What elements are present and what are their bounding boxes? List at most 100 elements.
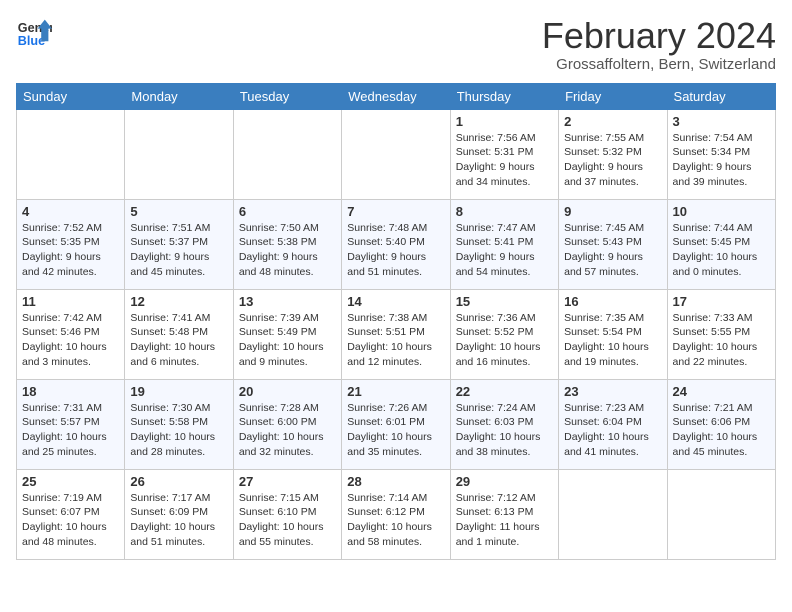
calendar-cell: 18 Sunrise: 7:31 AMSunset: 5:57 PMDayligh… [17, 379, 125, 469]
day-number: 18 [22, 384, 119, 399]
day-info: Sunrise: 7:45 AMSunset: 5:43 PMDaylight:… [564, 221, 661, 280]
calendar-cell: 20 Sunrise: 7:28 AMSunset: 6:00 PMDayligh… [233, 379, 341, 469]
calendar-cell: 13Sunrise: 7:39 AMSunset: 5:49 PMDayligh… [233, 289, 341, 379]
month-title: February 2024 [542, 16, 776, 56]
day-number: 26 [130, 474, 227, 489]
day-number: 9 [564, 204, 661, 219]
day-number: 20 [239, 384, 336, 399]
day-info: Sunrise: 7:31 AMSunset: 5:57 PMDaylight:… [22, 401, 119, 460]
calendar-cell [667, 469, 775, 559]
weekday-header-saturday: Saturday [667, 83, 775, 109]
calendar-cell: 8 Sunrise: 7:47 AMSunset: 5:41 PMDaylight… [450, 199, 558, 289]
calendar-cell: 25 Sunrise: 7:19 AMSunset: 6:07 PMDayligh… [17, 469, 125, 559]
svg-text:Blue: Blue [18, 34, 45, 48]
week-row-1: 1Sunrise: 7:56 AMSunset: 5:31 PMDaylight… [17, 109, 776, 199]
day-number: 5 [130, 204, 227, 219]
calendar-cell: 6 Sunrise: 7:50 AMSunset: 5:38 PMDaylight… [233, 199, 341, 289]
weekday-header-monday: Monday [125, 83, 233, 109]
day-number: 21 [347, 384, 444, 399]
calendar-cell: 29 Sunrise: 7:12 AMSunset: 6:13 PMDayligh… [450, 469, 558, 559]
day-number: 27 [239, 474, 336, 489]
calendar-cell: 15Sunrise: 7:36 AMSunset: 5:52 PMDayligh… [450, 289, 558, 379]
calendar-cell: 5Sunrise: 7:51 AMSunset: 5:37 PMDaylight… [125, 199, 233, 289]
day-number: 17 [673, 294, 770, 309]
calendar-cell [559, 469, 667, 559]
day-info: Sunrise: 7:26 AMSunset: 6:01 PMDaylight:… [347, 401, 444, 460]
day-number: 22 [456, 384, 553, 399]
calendar-cell: 7 Sunrise: 7:48 AMSunset: 5:40 PMDaylight… [342, 199, 450, 289]
day-info: Sunrise: 7:23 AMSunset: 6:04 PMDaylight:… [564, 401, 661, 460]
week-row-5: 25 Sunrise: 7:19 AMSunset: 6:07 PMDayligh… [17, 469, 776, 559]
day-info: Sunrise: 7:21 AMSunset: 6:06 PMDaylight:… [673, 401, 770, 460]
day-info: Sunrise: 7:48 AMSunset: 5:40 PMDaylight:… [347, 221, 444, 280]
calendar-cell: 3 Sunrise: 7:54 AMSunset: 5:34 PMDaylight… [667, 109, 775, 199]
calendar-cell: 21 Sunrise: 7:26 AMSunset: 6:01 PMDayligh… [342, 379, 450, 469]
day-number: 3 [673, 114, 770, 129]
day-number: 8 [456, 204, 553, 219]
day-info: Sunrise: 7:30 AMSunset: 5:58 PMDaylight:… [130, 401, 227, 460]
header: General Blue February 2024 Grossaffolter… [16, 16, 776, 73]
day-info: Sunrise: 7:36 AMSunset: 5:52 PMDaylight:… [456, 311, 553, 370]
calendar-table: SundayMondayTuesdayWednesdayThursdayFrid… [16, 83, 776, 560]
day-number: 2 [564, 114, 661, 129]
calendar-cell: 26Sunrise: 7:17 AMSunset: 6:09 PMDayligh… [125, 469, 233, 559]
day-info: Sunrise: 7:55 AMSunset: 5:32 PMDaylight:… [564, 131, 661, 190]
calendar-cell [342, 109, 450, 199]
day-number: 14 [347, 294, 444, 309]
week-row-4: 18 Sunrise: 7:31 AMSunset: 5:57 PMDayligh… [17, 379, 776, 469]
day-info: Sunrise: 7:14 AMSunset: 6:12 PMDaylight:… [347, 491, 444, 550]
calendar-cell: 4Sunrise: 7:52 AMSunset: 5:35 PMDaylight… [17, 199, 125, 289]
day-info: Sunrise: 7:19 AMSunset: 6:07 PMDaylight:… [22, 491, 119, 550]
day-info: Sunrise: 7:41 AMSunset: 5:48 PMDaylight:… [130, 311, 227, 370]
calendar-cell: 10 Sunrise: 7:44 AMSunset: 5:45 PMDayligh… [667, 199, 775, 289]
day-number: 7 [347, 204, 444, 219]
day-number: 16 [564, 294, 661, 309]
title-area: February 2024 Grossaffoltern, Bern, Swit… [542, 16, 776, 73]
day-number: 6 [239, 204, 336, 219]
calendar-cell [17, 109, 125, 199]
calendar-cell: 28Sunrise: 7:14 AMSunset: 6:12 PMDayligh… [342, 469, 450, 559]
day-number: 19 [130, 384, 227, 399]
day-number: 24 [673, 384, 770, 399]
day-number: 29 [456, 474, 553, 489]
day-info: Sunrise: 7:12 AMSunset: 6:13 PMDaylight:… [456, 491, 553, 550]
day-number: 25 [22, 474, 119, 489]
calendar-cell: 16 Sunrise: 7:35 AMSunset: 5:54 PMDayligh… [559, 289, 667, 379]
day-number: 11 [22, 294, 119, 309]
day-info: Sunrise: 7:54 AMSunset: 5:34 PMDaylight:… [673, 131, 770, 190]
calendar-cell: 27 Sunrise: 7:15 AMSunset: 6:10 PMDayligh… [233, 469, 341, 559]
day-number: 13 [239, 294, 336, 309]
logo: General Blue [16, 16, 52, 52]
calendar-cell [125, 109, 233, 199]
day-info: Sunrise: 7:33 AMSunset: 5:55 PMDaylight:… [673, 311, 770, 370]
weekday-header-thursday: Thursday [450, 83, 558, 109]
calendar-cell: 24 Sunrise: 7:21 AMSunset: 6:06 PMDayligh… [667, 379, 775, 469]
day-info: Sunrise: 7:52 AMSunset: 5:35 PMDaylight:… [22, 221, 119, 280]
calendar-cell: 2 Sunrise: 7:55 AMSunset: 5:32 PMDaylight… [559, 109, 667, 199]
calendar-cell: 17 Sunrise: 7:33 AMSunset: 5:55 PMDayligh… [667, 289, 775, 379]
day-info: Sunrise: 7:35 AMSunset: 5:54 PMDaylight:… [564, 311, 661, 370]
calendar-cell: 12 Sunrise: 7:41 AMSunset: 5:48 PMDayligh… [125, 289, 233, 379]
location-subtitle: Grossaffoltern, Bern, Switzerland [542, 56, 776, 73]
day-info: Sunrise: 7:38 AMSunset: 5:51 PMDaylight:… [347, 311, 444, 370]
week-row-2: 4Sunrise: 7:52 AMSunset: 5:35 PMDaylight… [17, 199, 776, 289]
day-info: Sunrise: 7:44 AMSunset: 5:45 PMDaylight:… [673, 221, 770, 280]
day-info: Sunrise: 7:15 AMSunset: 6:10 PMDaylight:… [239, 491, 336, 550]
weekday-header-sunday: Sunday [17, 83, 125, 109]
day-number: 1 [456, 114, 553, 129]
day-number: 10 [673, 204, 770, 219]
calendar-cell: 22 Sunrise: 7:24 AMSunset: 6:03 PMDayligh… [450, 379, 558, 469]
day-number: 23 [564, 384, 661, 399]
weekday-header-tuesday: Tuesday [233, 83, 341, 109]
calendar-cell: 23 Sunrise: 7:23 AMSunset: 6:04 PMDayligh… [559, 379, 667, 469]
day-info: Sunrise: 7:50 AMSunset: 5:38 PMDaylight:… [239, 221, 336, 280]
weekday-header-friday: Friday [559, 83, 667, 109]
weekday-header-row: SundayMondayTuesdayWednesdayThursdayFrid… [17, 83, 776, 109]
week-row-3: 11Sunrise: 7:42 AMSunset: 5:46 PMDayligh… [17, 289, 776, 379]
day-info: Sunrise: 7:24 AMSunset: 6:03 PMDaylight:… [456, 401, 553, 460]
calendar-cell [233, 109, 341, 199]
day-info: Sunrise: 7:47 AMSunset: 5:41 PMDaylight:… [456, 221, 553, 280]
calendar-cell: 9 Sunrise: 7:45 AMSunset: 5:43 PMDaylight… [559, 199, 667, 289]
day-info: Sunrise: 7:28 AMSunset: 6:00 PMDaylight:… [239, 401, 336, 460]
day-number: 12 [130, 294, 227, 309]
